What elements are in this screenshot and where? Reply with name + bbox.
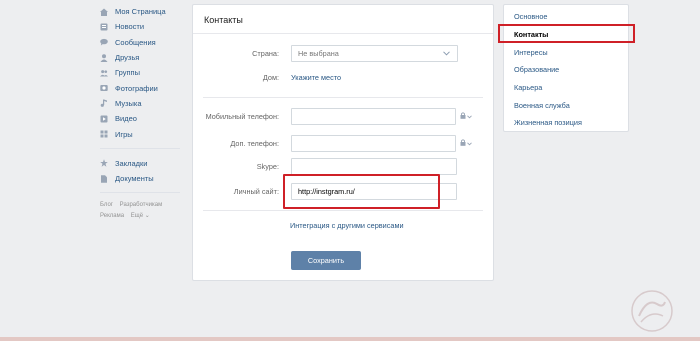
personal-site-input[interactable]: http://instgram.ru/ bbox=[291, 183, 457, 200]
lock-icon bbox=[460, 139, 466, 148]
messages-icon bbox=[100, 38, 108, 46]
menu-item-main[interactable]: Основное bbox=[504, 8, 628, 26]
home-row: Дом: Укажите место bbox=[193, 71, 493, 83]
nav-item-label: Новости bbox=[115, 22, 145, 32]
country-select[interactable]: Не выбрана bbox=[291, 45, 458, 62]
skype-row: Skype: bbox=[193, 158, 493, 175]
photos-icon bbox=[100, 84, 108, 92]
friends-icon bbox=[100, 53, 108, 62]
nav-item-label: Сообщения bbox=[115, 37, 156, 47]
chevron-down-icon bbox=[443, 49, 450, 58]
news-icon bbox=[100, 23, 108, 31]
bottom-strip bbox=[0, 337, 700, 341]
integration-link[interactable]: Интеграция с другими сервисами bbox=[290, 221, 404, 230]
footer-link-ads[interactable]: Реклама bbox=[100, 213, 124, 219]
page-title: Контакты bbox=[193, 5, 493, 34]
footer-link-blog[interactable]: Блог bbox=[100, 202, 113, 208]
menu-item-career[interactable]: Карьера bbox=[504, 79, 628, 97]
nav-item-label: Друзья bbox=[115, 53, 140, 63]
skype-input[interactable] bbox=[291, 158, 457, 175]
video-icon bbox=[100, 115, 108, 123]
chevron-down-icon bbox=[467, 112, 472, 121]
home-label: Дом: bbox=[262, 72, 279, 82]
section-divider bbox=[203, 210, 483, 211]
site-value: http://instgram.ru/ bbox=[298, 187, 355, 196]
mobile-row: Мобильный телефон: bbox=[193, 108, 493, 125]
documents-icon bbox=[100, 174, 108, 183]
nav-item-messages[interactable]: Сообщения bbox=[100, 35, 185, 50]
phone-label: Доп. телефон: bbox=[230, 139, 279, 148]
nav-item-news[interactable]: Новости bbox=[100, 19, 185, 34]
nav-footer: Блог Разработчикам Реклама Ещё ⌄ bbox=[100, 200, 185, 222]
footer-link-developers[interactable]: Разработчикам bbox=[120, 202, 163, 208]
watermark-logo bbox=[627, 288, 677, 334]
save-button[interactable]: Сохранить bbox=[291, 251, 361, 270]
chevron-down-icon bbox=[467, 139, 472, 148]
country-row: Страна: Не выбрана bbox=[193, 45, 493, 62]
country-label: Страна: bbox=[252, 49, 279, 58]
nav-item-label: Моя Страница bbox=[115, 7, 166, 17]
menu-item-education[interactable]: Образование bbox=[504, 61, 628, 79]
menu-item-interests[interactable]: Интересы bbox=[504, 43, 628, 61]
site-row: Личный сайт: http://instgram.ru/ bbox=[193, 183, 493, 200]
privacy-lock-button[interactable] bbox=[460, 139, 472, 148]
menu-item-life-position[interactable]: Жизненная позиция bbox=[504, 114, 628, 132]
menu-item-military[interactable]: Военная служба bbox=[504, 96, 628, 114]
nav-item-photos[interactable]: Фотографии bbox=[100, 80, 185, 95]
nav-item-music[interactable]: Музыка bbox=[100, 96, 185, 111]
menu-item-contacts[interactable]: Контакты bbox=[504, 26, 628, 44]
footer-link-more[interactable]: Ещё ⌄ bbox=[131, 213, 150, 219]
nav-item-my-page[interactable]: Моя Страница bbox=[100, 4, 185, 19]
site-label: Личный сайт: bbox=[233, 187, 279, 196]
mobile-phone-input[interactable] bbox=[291, 108, 456, 125]
lock-icon bbox=[460, 112, 466, 121]
nav-item-documents[interactable]: Документы bbox=[100, 171, 185, 186]
home-location-link[interactable]: Укажите место bbox=[291, 73, 341, 82]
country-value: Не выбрана bbox=[298, 49, 339, 58]
nav-item-label: Игры bbox=[115, 129, 133, 139]
games-icon bbox=[100, 130, 108, 138]
home-icon bbox=[100, 8, 108, 16]
settings-menu: Основное Контакты Интересы Образование К… bbox=[503, 4, 629, 132]
nav-item-label: Видео bbox=[115, 114, 137, 124]
nav-item-label: Фотографии bbox=[115, 83, 158, 93]
groups-icon bbox=[100, 69, 108, 77]
nav-item-label: Музыка bbox=[115, 98, 142, 108]
contacts-card: Контакты Страна: Не выбрана Дом: Укажите… bbox=[192, 4, 494, 281]
section-divider bbox=[203, 97, 483, 98]
extra-phone-input[interactable] bbox=[291, 135, 456, 152]
mobile-label: Мобильный телефон: bbox=[205, 112, 279, 121]
nav-item-label: Документы bbox=[115, 174, 154, 184]
skype-label: Skype: bbox=[256, 162, 279, 171]
nav-item-label: Закладки bbox=[115, 158, 148, 168]
privacy-lock-button[interactable] bbox=[460, 112, 472, 121]
nav-item-label: Группы bbox=[115, 68, 140, 78]
phone-row: Доп. телефон: bbox=[193, 135, 493, 152]
star-icon bbox=[100, 159, 108, 168]
music-icon bbox=[100, 99, 108, 108]
